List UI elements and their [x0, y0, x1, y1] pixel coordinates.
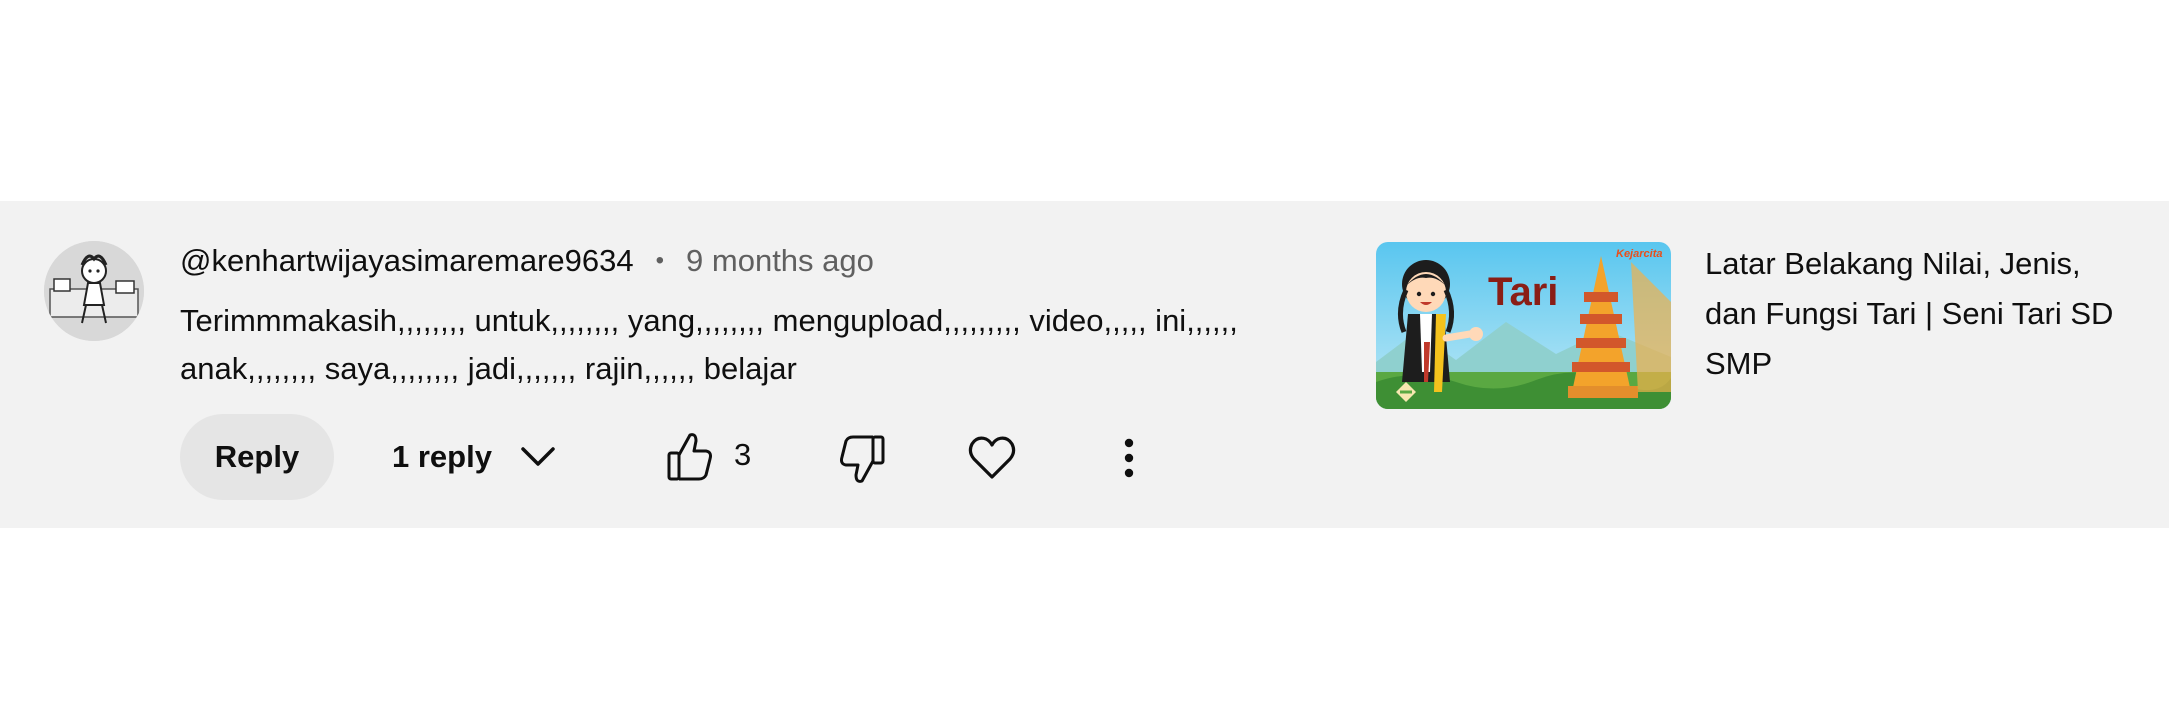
like-button[interactable]	[666, 429, 714, 485]
avatar-drawing-icon	[44, 241, 144, 341]
comment-timestamp[interactable]: 9 months ago	[686, 243, 874, 279]
comment-author[interactable]: @kenhartwijayasimaremare9634	[180, 243, 634, 279]
dislike-button[interactable]	[838, 431, 886, 487]
video-title[interactable]: Latar Belakang Nilai, Jenis, dan Fungsi …	[1705, 239, 2125, 389]
video-thumbnail[interactable]: Tari Kejarcita	[1376, 242, 1671, 409]
thumbnail-title: Tari	[1488, 270, 1558, 314]
creator-heart-button[interactable]	[966, 431, 1018, 483]
thumbnail-illustration: Tari Kejarcita	[1376, 242, 1671, 409]
thumbs-up-icon	[667, 433, 712, 481]
heart-icon	[968, 436, 1016, 479]
more-vertical-icon	[1124, 438, 1134, 478]
comment-body: Terimmmakasih,,,,,,,, untuk,,,,,,,, yang…	[180, 303, 1238, 386]
more-options-button[interactable]	[1113, 435, 1145, 481]
thumbnail-brand-logo: Kejarcita	[1616, 248, 1662, 260]
replies-count-label: 1 reply	[392, 439, 492, 474]
like-count: 3	[734, 437, 752, 472]
header-separator: •	[655, 247, 665, 274]
avatar[interactable]	[44, 241, 144, 341]
view-replies-button[interactable]: 1 reply	[392, 414, 558, 500]
reply-button[interactable]: Reply	[180, 414, 334, 500]
comment-thread: @kenhartwijayasimaremare9634 • 9 months …	[0, 201, 2169, 528]
chevron-down-icon	[518, 437, 558, 477]
comment-header: @kenhartwijayasimaremare9634 • 9 months …	[180, 239, 874, 283]
thumbs-down-icon	[840, 435, 885, 483]
